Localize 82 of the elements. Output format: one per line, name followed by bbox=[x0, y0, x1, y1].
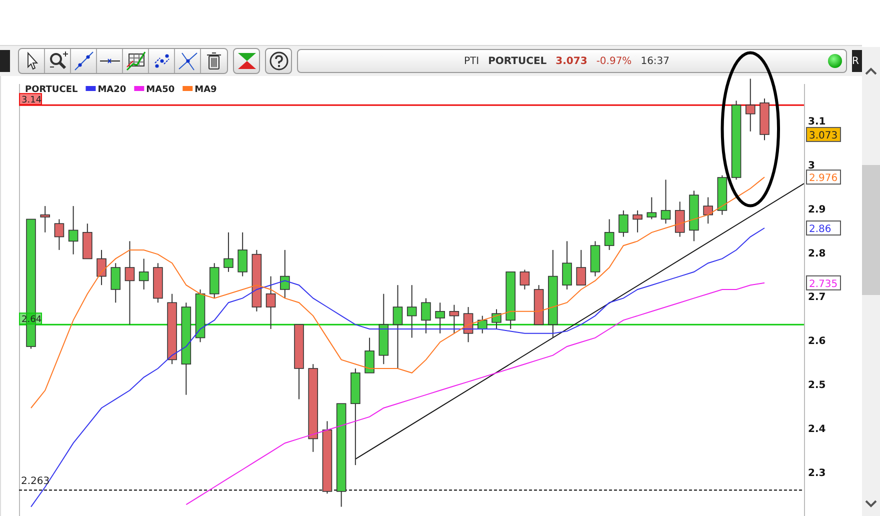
candlestick bbox=[378, 293, 389, 365]
candlestick bbox=[96, 249, 106, 286]
value-tag: 2.976 bbox=[806, 170, 841, 185]
candlestick bbox=[760, 98, 770, 141]
candlestick bbox=[54, 218, 64, 250]
caret-down-icon[interactable] bbox=[865, 500, 877, 508]
axis-tick-label: 2.9 bbox=[808, 204, 826, 216]
candlestick bbox=[674, 201, 685, 238]
scrollbar-thumb[interactable] bbox=[862, 165, 880, 295]
help-button[interactable] bbox=[265, 48, 292, 74]
candlestick bbox=[506, 271, 516, 330]
company-name: PORTUCEL bbox=[488, 56, 547, 67]
legend-label: MA20 bbox=[98, 85, 126, 95]
axis-tick-label: 2.8 bbox=[808, 248, 826, 260]
legend-label: MA50 bbox=[146, 85, 175, 95]
dark-panel bbox=[0, 50, 10, 72]
horizontal-line-icon bbox=[98, 58, 120, 64]
level-label: 2.263 bbox=[21, 476, 50, 488]
candlestick bbox=[153, 262, 163, 304]
candlestick bbox=[463, 306, 474, 343]
candlestick bbox=[717, 174, 728, 216]
chart-title: PORTUCEL bbox=[25, 85, 78, 95]
candlestick bbox=[364, 337, 374, 374]
question-mark-icon bbox=[268, 51, 288, 72]
quote-time: 16:37 bbox=[640, 56, 670, 67]
axis-tick-label: 2.3 bbox=[808, 468, 826, 479]
candlestick bbox=[477, 315, 488, 334]
horizontal-line-button[interactable] bbox=[97, 49, 123, 74]
candlestick bbox=[562, 240, 572, 290]
candlestick bbox=[280, 249, 290, 299]
candlestick bbox=[167, 293, 177, 365]
axis-tick-label: 2.6 bbox=[808, 336, 826, 348]
candlestick bbox=[646, 196, 657, 220]
candlestick bbox=[421, 298, 431, 334]
candlestick bbox=[576, 249, 586, 286]
candlestick bbox=[660, 179, 671, 224]
edge-tab[interactable]: R bbox=[852, 50, 862, 72]
value-tag: 3.073 bbox=[806, 127, 841, 142]
candlestick bbox=[703, 196, 713, 224]
axis-tick-label: 3.1 bbox=[808, 116, 826, 128]
ticker-symbol: PTI bbox=[464, 56, 480, 67]
candlestick bbox=[435, 302, 445, 334]
axis-tick-label: 2.5 bbox=[808, 380, 826, 392]
candlestick bbox=[406, 284, 417, 338]
legend-label: MA9 bbox=[194, 85, 217, 95]
last-price: 3.073 bbox=[556, 56, 588, 67]
candlestick bbox=[449, 304, 460, 334]
axis-tick-label: 3 bbox=[808, 160, 815, 172]
candlestick bbox=[238, 232, 248, 277]
axis-tick-label: 2.4 bbox=[808, 424, 826, 435]
candlestick bbox=[746, 78, 756, 132]
candlestick bbox=[604, 218, 614, 250]
candlestick bbox=[82, 223, 92, 260]
candlestick bbox=[110, 262, 121, 304]
caret-up-icon[interactable] bbox=[865, 67, 877, 75]
candlestick bbox=[632, 210, 642, 233]
level-label: 2.64 bbox=[19, 312, 42, 326]
candlestick bbox=[195, 288, 206, 343]
candlestick bbox=[209, 262, 220, 299]
level-label: 3.14 bbox=[19, 93, 42, 106]
value-tag: 2.735 bbox=[806, 275, 841, 290]
axis-tick-label: 2.7 bbox=[808, 292, 826, 304]
candlestick bbox=[534, 284, 544, 326]
candlestick bbox=[224, 232, 234, 272]
candlestick bbox=[520, 269, 530, 290]
ref-line-label: 2.64 bbox=[22, 315, 42, 326]
candlestick bbox=[40, 206, 50, 233]
candlestick bbox=[618, 210, 628, 238]
candlestick bbox=[138, 258, 149, 290]
signal-button[interactable] bbox=[233, 48, 260, 74]
candlestick bbox=[68, 206, 78, 255]
candlestick bbox=[689, 190, 699, 242]
value-tag: 2.86 bbox=[806, 220, 841, 236]
price-change: -0.97% bbox=[596, 56, 632, 67]
candlestick bbox=[492, 308, 502, 330]
chart-grid-icon bbox=[124, 49, 148, 74]
triangles-icon bbox=[236, 51, 258, 72]
scrollbar[interactable] bbox=[862, 47, 880, 516]
candlestick bbox=[252, 249, 262, 312]
candlestick bbox=[590, 240, 600, 277]
ref-line-label: 3.14 bbox=[22, 96, 42, 106]
candlestick bbox=[266, 276, 276, 330]
